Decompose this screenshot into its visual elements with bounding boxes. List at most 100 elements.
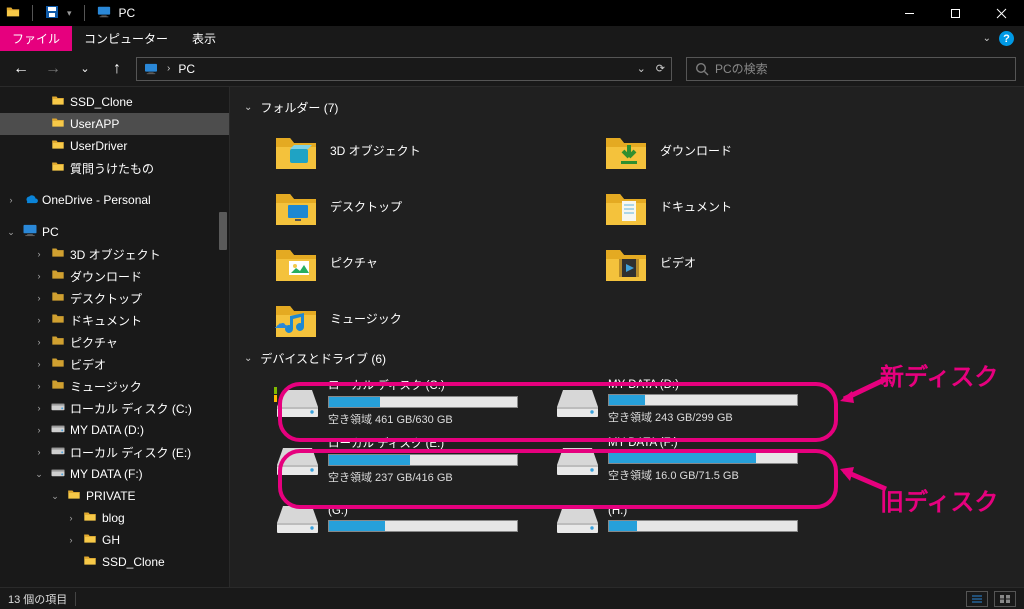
sidebar-item-18[interactable]: ⌄MY DATA (F:)	[0, 463, 229, 485]
drive-free-space: 空き領域 16.0 GB/71.5 GB	[608, 467, 798, 483]
sidebar-item-label: PC	[42, 225, 59, 239]
address-bar[interactable]: › PC ⌄ ⟳	[136, 57, 672, 81]
close-button[interactable]	[978, 0, 1024, 26]
folder-tile-download[interactable]: ダウンロード	[604, 122, 864, 178]
sidebar-item-label: blog	[102, 511, 125, 525]
sidebar-item-2[interactable]: UserDriver	[0, 135, 229, 157]
tree-folder-icon	[66, 488, 82, 504]
folder-tile-videos[interactable]: ビデオ	[604, 234, 864, 290]
tree-folder-icon	[50, 94, 66, 110]
addr-dropdown-icon[interactable]: ⌄	[637, 62, 646, 75]
tree-twisty-icon[interactable]: ›	[32, 359, 46, 369]
tree-twisty-icon[interactable]: ›	[32, 447, 46, 457]
sidebar-item-11[interactable]: ›ドキュメント	[0, 309, 229, 331]
folder-tile-desktop[interactable]: デスクトップ	[274, 178, 534, 234]
folder-icon	[274, 187, 316, 225]
view-details-button[interactable]	[966, 591, 988, 607]
minimize-button[interactable]	[886, 0, 932, 26]
tree-twisty-icon[interactable]: ⌄	[48, 491, 62, 502]
sidebar-scrollbar-thumb[interactable]	[219, 212, 227, 250]
tree-twisty-icon[interactable]: ⌄	[32, 469, 46, 480]
folder-tile-pictures[interactable]: ピクチャ	[274, 234, 534, 290]
sidebar-item-15[interactable]: ›ローカル ディスク (C:)	[0, 397, 229, 419]
sidebar-item-7[interactable]: ⌄ PC	[0, 221, 229, 243]
tree-twisty-icon[interactable]: ⌄	[4, 227, 18, 238]
tab-view[interactable]: 表示	[180, 26, 228, 51]
content-pane: ⌄ フォルダー (7) 3D オブジェクト ダウンロードデスクトップ ドキュメントピ…	[230, 87, 1024, 587]
sidebar-item-19[interactable]: ⌄ PRIVATE	[0, 485, 229, 507]
group-header-drives[interactable]: ⌄ デバイスとドライブ (6)	[244, 350, 1024, 367]
ribbon-collapse-icon[interactable]: ⌄	[983, 33, 991, 44]
folder-tile-3d[interactable]: 3D オブジェクト	[274, 122, 534, 178]
folder-label: ビデオ	[660, 254, 696, 271]
sidebar-item-12[interactable]: ›ピクチャ	[0, 331, 229, 353]
drive-icon	[554, 387, 598, 417]
tree-onedrive-icon	[22, 192, 38, 208]
folder-label: 3D オブジェクト	[330, 142, 421, 159]
tree-sys-icon	[50, 290, 66, 306]
sidebar-item-20[interactable]: › blog	[0, 507, 229, 529]
sidebar-item-8[interactable]: ›3D オブジェクト	[0, 243, 229, 265]
drive-tile-2[interactable]: ローカル ディスク (E:)空き領域 237 GB/416 GB	[274, 431, 534, 489]
nav-recent-dropdown[interactable]: ⌄	[72, 56, 98, 82]
nav-up-button[interactable]: ↑	[104, 56, 130, 82]
drive-free-space: 空き領域 461 GB/630 GB	[328, 411, 518, 427]
tree-twisty-icon[interactable]: ›	[32, 403, 46, 413]
refresh-icon[interactable]: ⟳	[656, 62, 665, 75]
sidebar-item-0[interactable]: SSD_Clone	[0, 91, 229, 113]
sidebar-item-label: 質問うけたもの	[70, 160, 154, 177]
tree-twisty-icon[interactable]: ›	[32, 293, 46, 303]
sidebar-item-16[interactable]: ›MY DATA (D:)	[0, 419, 229, 441]
drive-tile-4[interactable]: (G:)	[274, 489, 534, 547]
tree-twisty-icon[interactable]: ›	[32, 381, 46, 391]
tree-twisty-icon[interactable]: ›	[64, 535, 78, 545]
sidebar-item-14[interactable]: ›ミュージック	[0, 375, 229, 397]
sidebar-item-1[interactable]: UserAPP	[0, 113, 229, 135]
sidebar-item-label: PRIVATE	[86, 489, 136, 503]
drive-tile-1[interactable]: MY DATA (D:)空き領域 243 GB/299 GB	[554, 373, 814, 431]
drive-tile-3[interactable]: MY DATA (F:)空き領域 16.0 GB/71.5 GB	[554, 431, 814, 489]
group-header-folders[interactable]: ⌄ フォルダー (7)	[244, 99, 1024, 116]
tree-twisty-icon[interactable]: ›	[32, 425, 46, 435]
help-icon[interactable]: ?	[999, 31, 1014, 46]
drive-tile-0[interactable]: ローカル ディスク (C:)空き領域 461 GB/630 GB	[274, 373, 534, 431]
tree-twisty-icon[interactable]: ›	[64, 513, 78, 523]
breadcrumb-sep-icon[interactable]: ›	[165, 63, 172, 74]
search-box[interactable]: PCの検索	[686, 57, 1016, 81]
folder-tile-document[interactable]: ドキュメント	[604, 178, 864, 234]
tree-drive-icon	[50, 422, 66, 438]
sidebar-item-label: ダウンロード	[70, 268, 142, 285]
nav-forward-button[interactable]: →	[40, 56, 66, 82]
tree-twisty-icon[interactable]: ›	[32, 271, 46, 281]
qat-save-icon[interactable]	[45, 5, 59, 22]
navbar: ← → ⌄ ↑ › PC ⌄ ⟳ PCの検索	[0, 51, 1024, 87]
tree-twisty-icon[interactable]: ›	[32, 315, 46, 325]
drive-tile-5[interactable]: (H:)	[554, 489, 814, 547]
maximize-button[interactable]	[932, 0, 978, 26]
chevron-down-icon: ⌄	[244, 102, 252, 113]
folder-icon	[604, 187, 646, 225]
tab-computer[interactable]: コンピューター	[72, 26, 180, 51]
sidebar-item-21[interactable]: ›GH	[0, 529, 229, 551]
tab-file[interactable]: ファイル	[0, 26, 72, 51]
sidebar-item-5[interactable]: ›OneDrive - Personal	[0, 189, 229, 211]
tree-twisty-icon[interactable]: ›	[4, 195, 18, 205]
tree-twisty-icon[interactable]: ›	[32, 337, 46, 347]
sidebar-item-17[interactable]: ›ローカル ディスク (E:)	[0, 441, 229, 463]
sidebar-item-3[interactable]: 質問うけたもの	[0, 157, 229, 179]
sidebar-item-13[interactable]: ›ビデオ	[0, 353, 229, 375]
breadcrumb-pc[interactable]: PC	[178, 62, 195, 76]
tree-twisty-icon[interactable]: ›	[32, 249, 46, 259]
drive-capacity-bar	[328, 396, 518, 408]
folder-tile-music[interactable]: ミュージック	[274, 290, 534, 346]
group-header-folders-label: フォルダー (7)	[260, 99, 338, 116]
nav-back-button[interactable]: ←	[8, 56, 34, 82]
sidebar-item-22[interactable]: SSD_Clone	[0, 551, 229, 573]
qat-dropdown-icon[interactable]: ▾	[67, 8, 72, 19]
sidebar-item-10[interactable]: ›デスクトップ	[0, 287, 229, 309]
sidebar-item-9[interactable]: › ダウンロード	[0, 265, 229, 287]
view-tiles-button[interactable]	[994, 591, 1016, 607]
folder-icon	[604, 131, 646, 169]
tree-folder-icon	[82, 554, 98, 570]
folder-icon	[274, 243, 316, 281]
